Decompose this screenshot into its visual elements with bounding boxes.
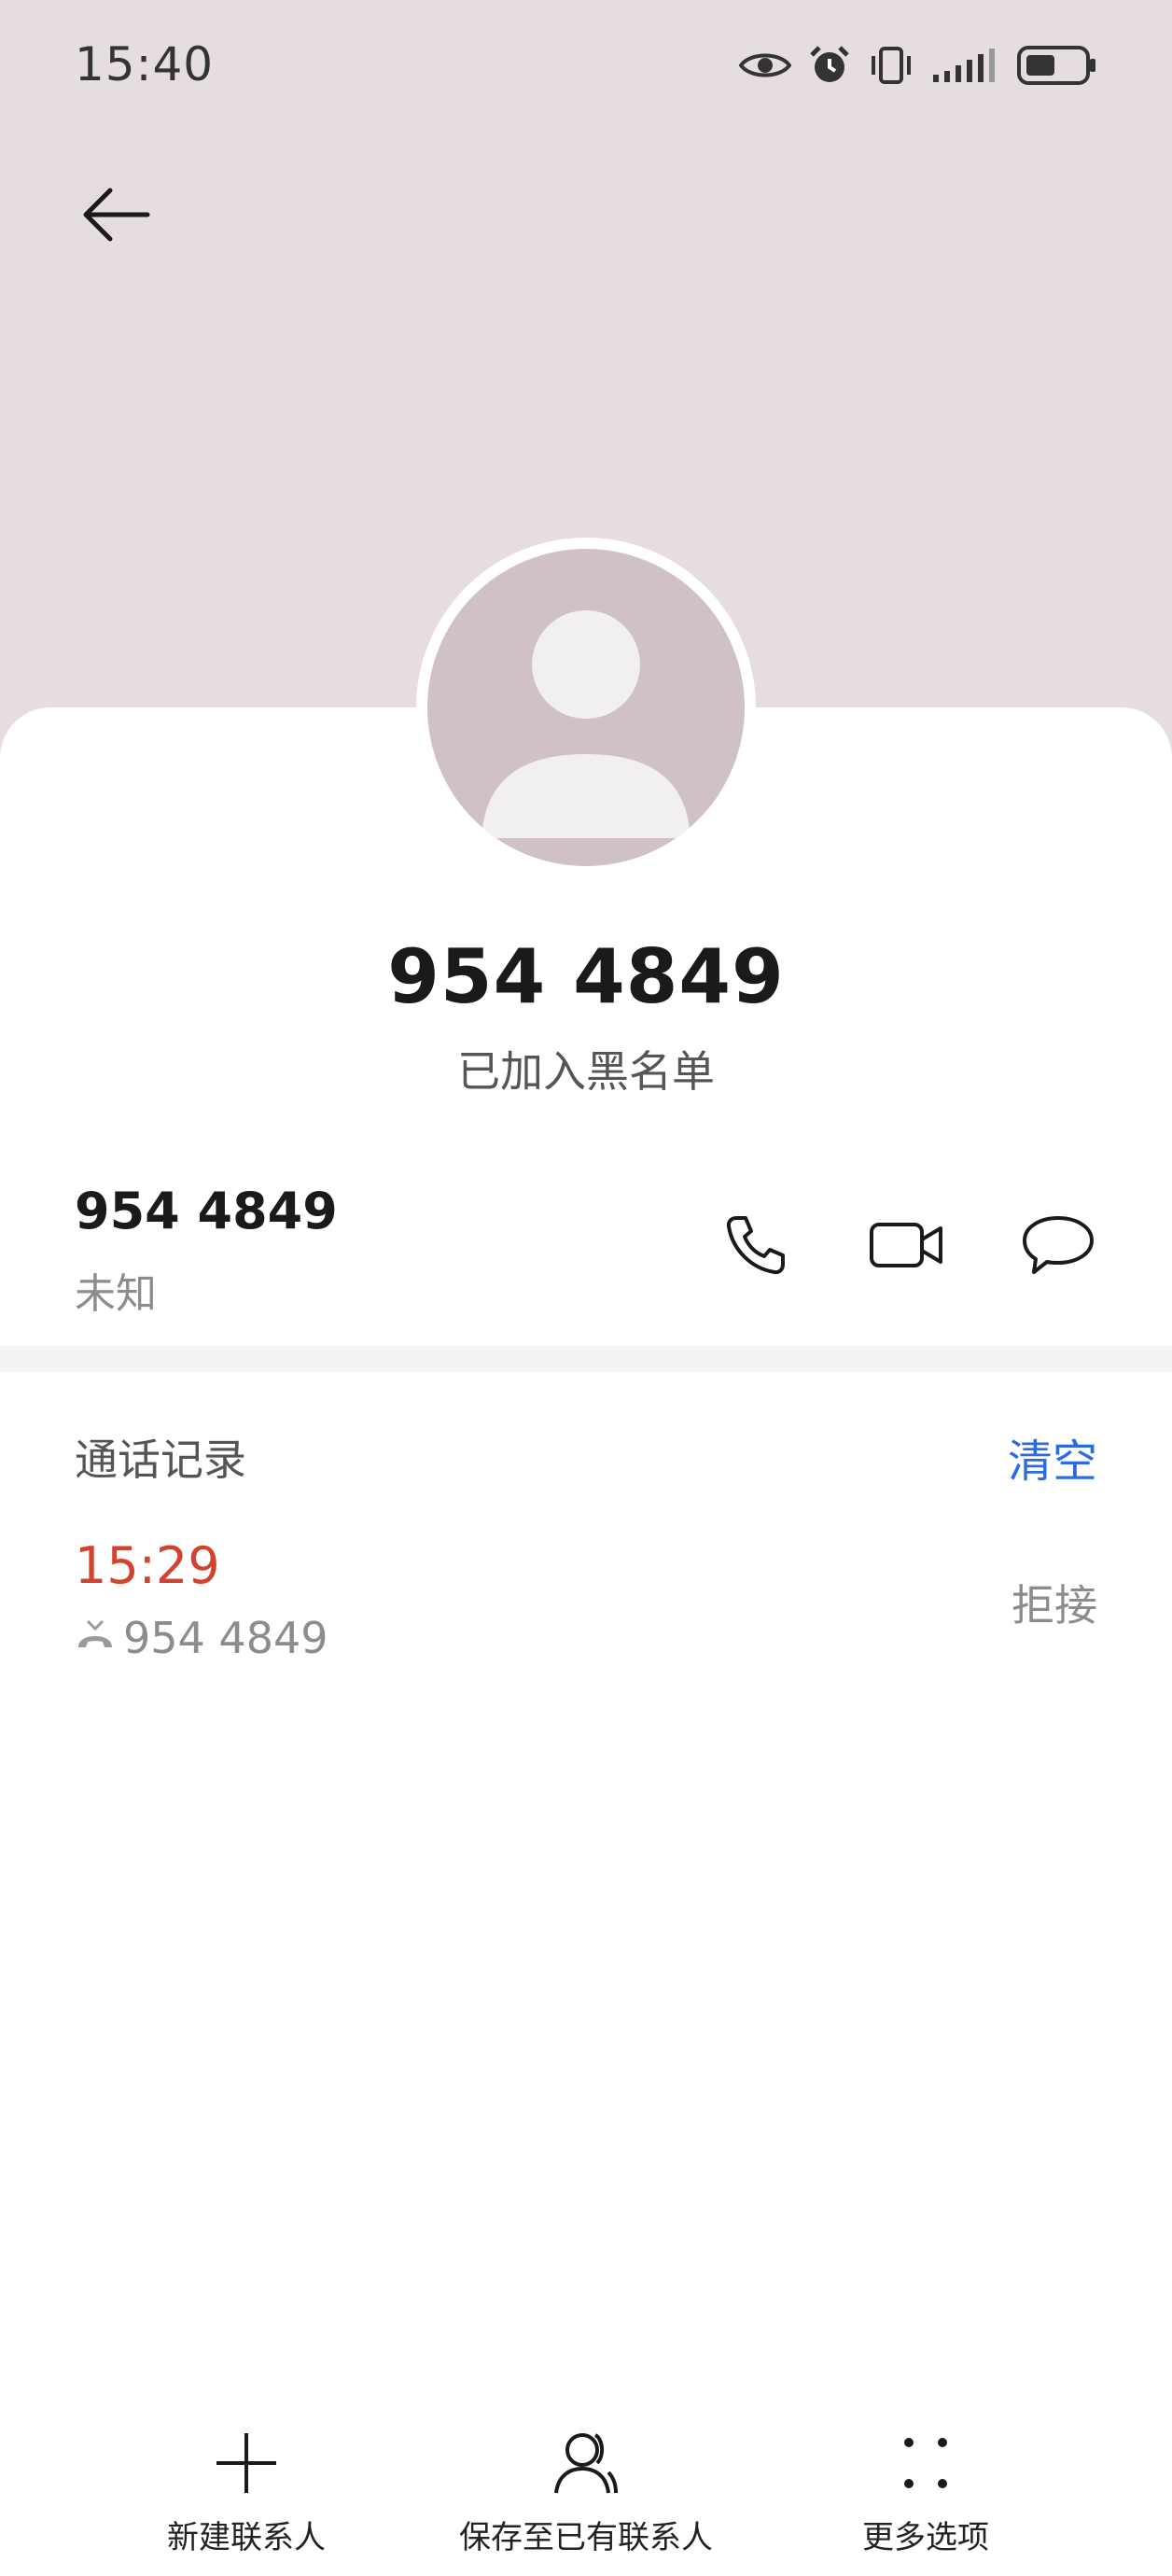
save-to-existing-contact-button[interactable]: 保存至已有联系人: [418, 2427, 754, 2557]
message-bubble-icon: [1021, 1212, 1095, 1281]
message-button[interactable]: [1012, 1200, 1105, 1294]
back-arrow-icon: [80, 185, 151, 248]
more-dots-icon: [888, 2427, 963, 2499]
number-location-label: 未知: [75, 1270, 157, 1318]
status-time: 15:40: [75, 37, 215, 91]
new-contact-label: 新建联系人: [167, 2519, 326, 2556]
blocked-status-label: 已加入黑名单: [457, 1046, 715, 1097]
eye-icon: [739, 49, 791, 82]
status-icons: [739, 39, 1097, 91]
plus-icon: [209, 2427, 284, 2499]
call-time: 15:29: [75, 1536, 220, 1595]
signal-icon: [931, 47, 1000, 84]
more-options-label: 更多选项: [862, 2519, 989, 2556]
back-button[interactable]: [69, 170, 162, 263]
person-add-icon: [549, 2427, 623, 2499]
section-divider: [0, 1346, 1172, 1372]
clear-call-log-button[interactable]: 清空: [1008, 1424, 1097, 1490]
rejected-call-icon: [75, 1613, 116, 1663]
video-call-button[interactable]: [860, 1200, 954, 1294]
default-person-icon: [481, 610, 691, 838]
alarm-icon: [808, 44, 851, 87]
save-to-existing-label: 保存至已有联系人: [459, 2519, 713, 2556]
battery-icon: [1017, 46, 1097, 85]
new-contact-button[interactable]: 新建联系人: [78, 2427, 414, 2557]
avatar[interactable]: [427, 549, 745, 866]
call-number: 954 4849: [123, 1613, 328, 1663]
call-log-title: 通话记录: [75, 1435, 246, 1485]
status-bar: 15:40: [0, 0, 1172, 136]
phone-number[interactable]: 954 4849: [75, 1182, 338, 1240]
call-number-row: 954 4849: [75, 1613, 328, 1663]
video-camera-icon: [868, 1217, 946, 1277]
more-options-button[interactable]: 更多选项: [758, 2427, 1094, 2557]
call-status: 拒接: [1012, 1580, 1097, 1631]
phone-icon: [723, 1212, 788, 1281]
contact-title: 954 4849: [387, 933, 785, 1020]
call-button[interactable]: [709, 1200, 802, 1294]
vibrate-icon: [868, 45, 914, 86]
